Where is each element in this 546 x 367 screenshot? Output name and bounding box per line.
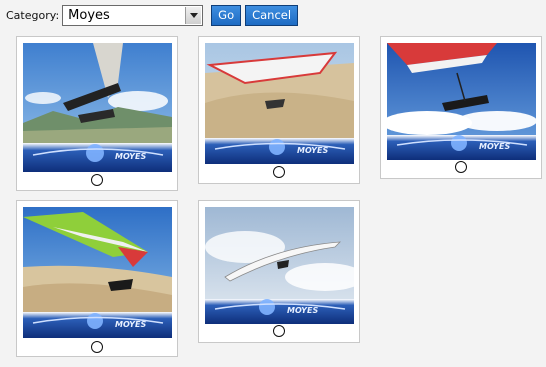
image-card: MOYES [16, 200, 178, 357]
image-card: MOYES [198, 200, 360, 343]
image-card: MOYES [16, 36, 178, 191]
select-radio[interactable] [455, 161, 467, 173]
glider-photo-desert[interactable]: MOYES [23, 207, 172, 338]
glider-photo-mountain[interactable]: MOYES [23, 43, 172, 172]
image-card: MOYES [380, 36, 542, 179]
glider-photo-dune[interactable]: MOYES [205, 43, 354, 164]
go-button[interactable]: Go [211, 4, 242, 26]
category-select[interactable]: Moyes [62, 4, 204, 26]
select-radio[interactable] [273, 166, 285, 178]
select-radio[interactable] [91, 174, 103, 186]
image-card: MOYES [198, 36, 360, 184]
moyes-logo-text: MOYES [297, 146, 328, 155]
select-radio[interactable] [91, 341, 103, 353]
chevron-down-icon[interactable] [185, 6, 202, 24]
moyes-logo-text: MOYES [479, 142, 510, 151]
glider-photo-clouds[interactable]: MOYES [387, 43, 536, 160]
category-select-value: Moyes [68, 7, 110, 23]
moyes-logo-text: MOYES [115, 152, 146, 161]
glider-photo-overcast[interactable]: MOYES [205, 207, 354, 324]
category-label: Category: [6, 8, 60, 22]
category-toolbar: Category: Moyes Go Cancel [6, 3, 299, 27]
moyes-logo-text: MOYES [287, 306, 318, 315]
moyes-logo-text: MOYES [115, 320, 146, 329]
cancel-button[interactable]: Cancel [245, 4, 299, 26]
select-radio[interactable] [273, 325, 285, 337]
